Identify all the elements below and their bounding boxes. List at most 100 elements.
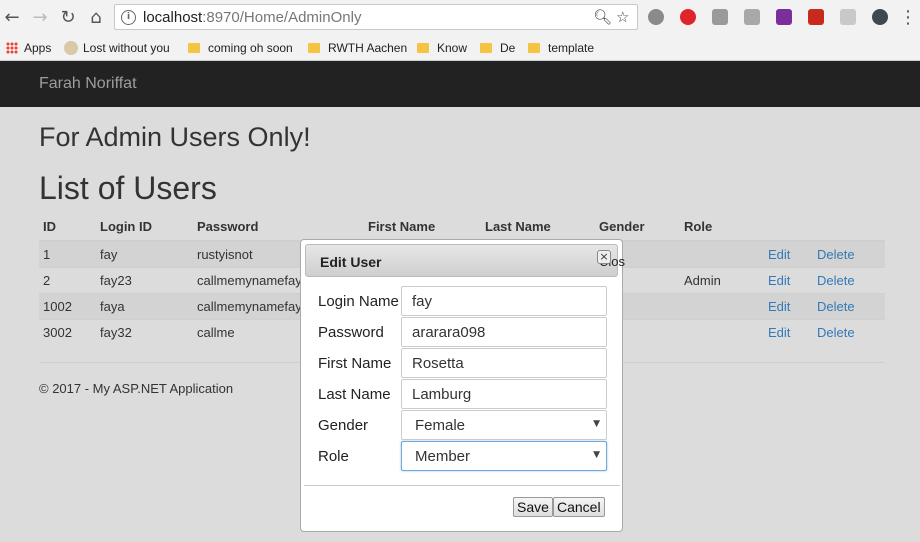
delete-link[interactable]: Delete <box>817 273 855 288</box>
header-blank <box>813 213 885 242</box>
cell-login: fay <box>96 240 193 268</box>
cell-role <box>680 240 764 268</box>
navbar: Farah Noriffat <box>0 61 920 107</box>
bookmark-label: Know <box>437 41 468 55</box>
folder-icon <box>308 43 320 53</box>
dropdown-arrow-icon: ▼ <box>593 419 600 429</box>
footer-text: © 2017 - My ASP.NET Application <box>39 381 234 396</box>
bookmark-star-icon[interactable]: ☆ <box>616 8 629 26</box>
onenote-icon[interactable] <box>776 9 792 25</box>
gender-value: Female <box>415 417 466 434</box>
delete-link[interactable]: Delete <box>817 325 855 340</box>
bookmark-apps[interactable]: Apps <box>6 39 51 57</box>
bookmark-label: Lost without you <box>83 41 170 55</box>
edit-link[interactable]: Edit <box>768 273 790 288</box>
cell-role <box>680 293 764 320</box>
cell-id: 1002 <box>39 293 96 320</box>
login-name-input[interactable] <box>401 286 607 316</box>
header-blank <box>764 213 813 242</box>
back-icon[interactable]: ← <box>2 8 22 28</box>
apps-grid-icon <box>6 42 18 54</box>
cell-login: fay32 <box>96 319 193 345</box>
home-icon[interactable]: ⌂ <box>86 8 106 28</box>
bookmark-label: Apps <box>24 41 52 55</box>
cell-login: fay23 <box>96 267 193 294</box>
close-icon[interactable]: × <box>597 250 611 264</box>
page-subtitle: For Admin Users Only! <box>39 122 311 152</box>
cell-id: 1 <box>39 240 96 268</box>
menu-icon[interactable]: ⋮ <box>898 8 918 28</box>
role-label: Role <box>318 448 349 465</box>
delete-link[interactable]: Delete <box>817 247 855 262</box>
edit-link[interactable]: Edit <box>768 325 790 340</box>
bookmark-template[interactable]: template <box>528 39 594 57</box>
dialog-divider <box>304 485 620 486</box>
eye-icon[interactable] <box>872 9 888 25</box>
dialog-titlebar[interactable]: Edit User <box>305 244 618 277</box>
bookmark-label: RWTH Aachen <box>328 41 408 55</box>
bookmarks-bar: Apps Lost without you coming oh soon RWT… <box>0 36 920 61</box>
cell-role <box>680 319 764 345</box>
gender-select[interactable]: Female ▼ <box>401 410 607 440</box>
password-input[interactable] <box>401 317 607 347</box>
bookmark-label: De <box>500 41 516 55</box>
cell-id: 2 <box>39 267 96 294</box>
navbar-brand[interactable]: Farah Noriffat <box>39 75 137 93</box>
zoom-icon[interactable]: 🔍︎ <box>593 8 612 26</box>
header-role: Role <box>680 213 764 242</box>
edit-user-dialog: Edit User Clos × Login Name Password Fir… <box>300 239 625 532</box>
shield-icon[interactable] <box>840 9 856 25</box>
last-name-label: Last Name <box>318 386 391 403</box>
url-host: localhost <box>143 9 203 26</box>
dialog-title: Edit User <box>320 254 382 270</box>
first-name-label: First Name <box>318 355 392 372</box>
table-header-row: ID Login ID Password First Name Last Nam… <box>39 213 885 242</box>
role-select[interactable]: Member ▼ <box>401 441 607 471</box>
header-id: ID <box>39 213 96 242</box>
header-last-name: Last Name <box>481 213 595 242</box>
save-button[interactable]: Save <box>513 497 553 517</box>
forward-icon[interactable]: → <box>30 8 50 28</box>
role-value: Member <box>415 448 471 465</box>
cell-id: 3002 <box>39 319 96 345</box>
bookmark-label: template <box>548 41 595 55</box>
info-icon[interactable]: i <box>121 10 136 25</box>
first-name-input[interactable] <box>401 348 607 378</box>
bookmark-coming-oh-soon[interactable]: coming oh soon <box>188 39 293 57</box>
folder-icon <box>528 43 540 53</box>
dropdown-arrow-icon: ▼ <box>593 450 600 460</box>
folder-icon <box>480 43 492 53</box>
edit-link[interactable]: Edit <box>768 299 790 314</box>
cell-login: faya <box>96 293 193 320</box>
cell-role: Admin <box>680 267 764 294</box>
gender-label: Gender <box>318 417 369 434</box>
folder-icon <box>417 43 429 53</box>
folder-icon <box>188 43 200 53</box>
delete-link[interactable]: Delete <box>817 299 855 314</box>
bookmark-lost-without-you[interactable]: Lost without you <box>64 39 170 57</box>
header-password: Password <box>193 213 364 242</box>
page-title: List of Users <box>39 170 217 206</box>
bookmark-know[interactable]: Know <box>417 39 467 57</box>
opera-icon[interactable] <box>680 9 696 25</box>
mail-icon[interactable] <box>712 9 728 25</box>
favicon-icon <box>64 41 78 55</box>
login-name-label: Login Name <box>318 293 399 310</box>
browser-toolbar: ← → ↻ ⌂ i localhost:8970/Home/AdminOnly … <box>0 0 920 36</box>
header-first-name: First Name <box>364 213 481 242</box>
extension-icon[interactable] <box>648 9 664 25</box>
address-bar[interactable]: i localhost:8970/Home/AdminOnly 🔍︎ ☆ <box>114 4 638 30</box>
cancel-button[interactable]: Cancel <box>553 497 605 517</box>
bookmark-rwth-aachen[interactable]: RWTH Aachen <box>308 39 407 57</box>
header-login-id: Login ID <box>96 213 193 242</box>
password-label: Password <box>318 324 384 341</box>
edit-link[interactable]: Edit <box>768 247 790 262</box>
drive-icon[interactable] <box>744 9 760 25</box>
bookmark-de[interactable]: De <box>480 39 515 57</box>
reload-icon[interactable]: ↻ <box>58 8 78 28</box>
url-path: :8970/Home/AdminOnly <box>202 9 362 26</box>
header-gender: Gender <box>595 213 680 242</box>
acrobat-icon[interactable] <box>808 9 824 25</box>
bookmark-label: coming oh soon <box>208 41 293 55</box>
last-name-input[interactable] <box>401 379 607 409</box>
